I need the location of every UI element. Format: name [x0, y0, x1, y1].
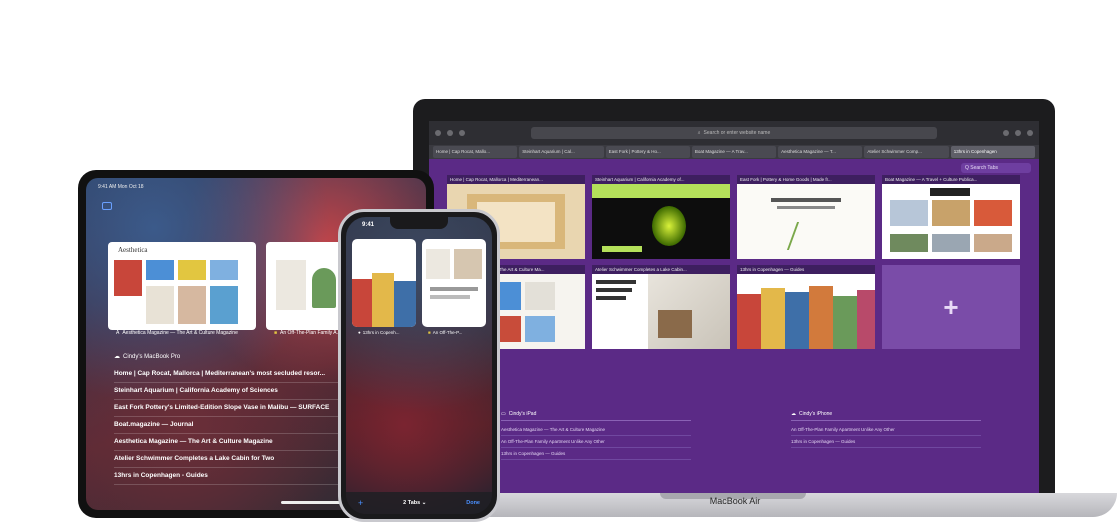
- tab-card-title: Boat Magazine — A Travel + Culture Publi…: [882, 175, 1020, 184]
- icloud-tabs-list: ☁ Cindy's MacBook Pro Home | Cap Rocat, …: [114, 353, 344, 485]
- address-bar[interactable]: ⌕ Search or enter website name: [531, 127, 937, 139]
- share-icon[interactable]: [1003, 130, 1009, 136]
- tab-bar: Home | Cap Rocat, Mallo... Steinhart Aqu…: [429, 145, 1039, 159]
- section-title: Cindy's iPad: [508, 411, 537, 417]
- site-icon: ●: [358, 330, 361, 335]
- tab-thumbnail: [592, 274, 730, 349]
- list-item[interactable]: Atelier Schwimmer Completes a Lake Cabin…: [114, 451, 344, 468]
- tab-card[interactable]: Aesthetica: [108, 242, 256, 330]
- tab-heading: Aesthetica: [118, 246, 148, 254]
- list-item[interactable]: East Fork Pottery's Limited-Edition Slop…: [114, 400, 344, 417]
- status-bar: 9:41 AM Mon Oct 18: [98, 184, 144, 190]
- section-header: ☁ Cindy's iPhone: [791, 411, 981, 421]
- tab-card-label: A Aesthetica Magazine — The Art & Cultur…: [116, 330, 238, 336]
- list-item[interactable]: Steinhart Aquarium | California Academy …: [114, 383, 344, 400]
- status-time: 9:41: [362, 222, 375, 228]
- tab-card[interactable]: [422, 239, 486, 327]
- done-button[interactable]: Done: [466, 500, 480, 506]
- tab[interactable]: Atelier Schwimmer Comp...: [864, 146, 949, 158]
- list-item[interactable]: Home | Cap Rocat, Mallorca | Mediterrane…: [114, 366, 344, 383]
- tab-card[interactable]: 13hrs in Copenhagen — Guides: [737, 265, 875, 349]
- tab-card-title: Atelier Schwimmer Completes a Lake Cabin…: [592, 265, 730, 274]
- tab-overview-grid: Home | Cap Rocat, Mallorca | Mediterrane…: [447, 175, 1020, 349]
- section-title: Cindy's iPhone: [799, 411, 833, 417]
- icloud-tabs: ▭ Cindy's iPad Aesthetica Magazine — The…: [501, 411, 1021, 460]
- address-placeholder: Search or enter website name: [703, 130, 771, 136]
- forward-icon[interactable]: [459, 130, 465, 136]
- macbook-frame: ⌕ Search or enter website name Home | Ca…: [413, 99, 1055, 512]
- tab-card[interactable]: East Fork | Pottery & Home Goods | Made …: [737, 175, 875, 259]
- tab[interactable]: Steinhart Aquarium | Cal...: [519, 146, 604, 158]
- section-header: ▭ Cindy's iPad: [501, 411, 691, 421]
- tab-card-label: ■ An Off-The-Plan Family A...: [274, 330, 341, 336]
- ipad-icon: ▭: [501, 411, 506, 417]
- iphone-notch: [390, 217, 448, 229]
- tab-toolbar: + 2 Tabs ⌄ Done: [346, 492, 492, 514]
- tab-card-label: ■ An Off-The-P...: [428, 330, 463, 335]
- tab-card[interactable]: [352, 239, 416, 327]
- list-item[interactable]: 13hrs in Copenhagen - Guides: [114, 468, 344, 485]
- safari-toolbar: ⌕ Search or enter website name: [429, 121, 1039, 145]
- tab[interactable]: Home | Cap Rocat, Mallo...: [433, 146, 518, 158]
- cloud-icon: ☁: [791, 411, 796, 417]
- new-tab-icon[interactable]: [1015, 130, 1021, 136]
- new-tab-card[interactable]: +: [882, 265, 1020, 349]
- tab[interactable]: Aesthetica Magazine — T...: [778, 146, 863, 158]
- list-item[interactable]: 13hrs in Copenhagen — Guides: [501, 448, 691, 460]
- tab[interactable]: East Fork | Pottery & Ho...: [605, 146, 690, 158]
- list-item[interactable]: Boat.magazine — Journal: [114, 417, 344, 434]
- section-header: ☁ Cindy's MacBook Pro: [114, 353, 181, 361]
- icloud-section-iphone: ☁ Cindy's iPhone An Off-The-Plan Family …: [791, 411, 981, 460]
- sidebar-icon[interactable]: [102, 202, 112, 210]
- list-item[interactable]: Aesthetica Magazine — The Art & Culture …: [501, 424, 691, 436]
- iphone-frame: 9:41 ● 13hrs in Copenh... ■ An Off-The-P…: [338, 209, 500, 522]
- list-item[interactable]: An Off-The-Plan Family Apartment Unlike …: [791, 424, 981, 436]
- macbook-screen: ⌕ Search or enter website name Home | Ca…: [429, 121, 1039, 495]
- back-icon[interactable]: [447, 130, 453, 136]
- site-icon: ■: [428, 330, 431, 335]
- plus-icon: +: [882, 265, 1020, 349]
- tab-thumbnail: [592, 184, 730, 259]
- macbook-model-label: MacBook Air: [709, 496, 761, 506]
- tab-card-title: Steinhart Aquarium | California Academy …: [592, 175, 730, 184]
- sidebar-icon[interactable]: [435, 130, 441, 136]
- tab-card[interactable]: Atelier Schwimmer Completes a Lake Cabin…: [592, 265, 730, 349]
- tab-groups-button[interactable]: 2 Tabs ⌄: [403, 500, 426, 506]
- tab-thumbnail: [737, 274, 875, 349]
- list-item[interactable]: An Off-The-Plan Family Apartment Unlike …: [501, 436, 691, 448]
- tab-card-title: 13hrs in Copenhagen — Guides: [737, 265, 875, 274]
- icloud-section-ipad: ▭ Cindy's iPad Aesthetica Magazine — The…: [501, 411, 691, 460]
- tab-active[interactable]: 13hrs in Copenhagen: [950, 146, 1035, 158]
- tab-overview-icon[interactable]: [1027, 130, 1033, 136]
- tab-card[interactable]: Steinhart Aquarium | California Academy …: [592, 175, 730, 259]
- site-icon: ■: [274, 330, 278, 336]
- cloud-icon: ☁: [114, 354, 120, 360]
- tab-card-title: Home | Cap Rocat, Mallorca | Mediterrane…: [447, 175, 585, 184]
- tab-card-label: ● 13hrs in Copenh...: [358, 330, 400, 335]
- tab-thumbnail: [737, 184, 875, 259]
- iphone-screen: 9:41 ● 13hrs in Copenh... ■ An Off-The-P…: [346, 217, 492, 514]
- list-item[interactable]: Aesthetica Magazine — The Art & Culture …: [114, 434, 344, 451]
- tab-card[interactable]: Boat Magazine — A Travel + Culture Publi…: [882, 175, 1020, 259]
- product-showcase: ⌕ Search or enter website name Home | Ca…: [0, 0, 1117, 522]
- tab[interactable]: Boat Magazine — A Trav...: [691, 146, 777, 158]
- search-icon: ⌕: [697, 130, 701, 136]
- aesthetica-icon: A: [116, 330, 120, 336]
- search-tabs-field[interactable]: Q Search Tabs: [961, 163, 1031, 173]
- tab-card-title: East Fork | Pottery & Home Goods | Made …: [737, 175, 875, 184]
- new-tab-button[interactable]: +: [358, 498, 363, 508]
- list-item[interactable]: 13hrs in Copenhagen — Guides: [791, 436, 981, 448]
- tab-thumbnail: [882, 184, 1020, 259]
